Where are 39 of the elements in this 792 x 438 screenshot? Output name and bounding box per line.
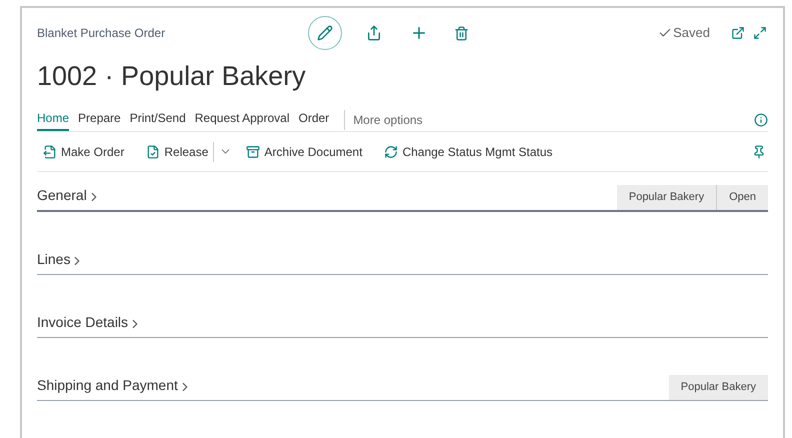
expand-icon: [753, 26, 767, 40]
section-header[interactable]: Invoice Details: [37, 300, 768, 338]
section-title: Invoice Details: [37, 313, 128, 332]
section-header[interactable]: Shipping and Payment Popular Bakery: [37, 363, 768, 401]
edit-button[interactable]: [308, 16, 342, 50]
page-title: 1002 · Popular Bakery: [37, 60, 307, 93]
section-title: General: [37, 186, 87, 205]
pencil-icon: [317, 25, 333, 41]
tab[interactable]: Home: [37, 108, 70, 130]
action-button[interactable]: Archive Document: [246, 142, 362, 160]
open-window-icon: [731, 26, 745, 40]
refresh-icon: [384, 144, 398, 158]
tab[interactable]: Print/Send: [130, 108, 186, 130]
section-header[interactable]: Lines: [37, 237, 768, 275]
page-caption: Blanket Purchase Order: [37, 25, 166, 42]
open-new-window-button[interactable]: [730, 25, 746, 41]
document-arrow-icon: [43, 144, 57, 158]
action-button[interactable]: Change Status Mgmt Status: [384, 142, 553, 160]
info-icon[interactable]: [754, 112, 768, 126]
share-icon: [366, 25, 382, 41]
section-header[interactable]: General Popular Bakery Open: [37, 174, 768, 212]
action-button[interactable]: Release: [146, 142, 208, 160]
tab[interactable]: Prepare: [78, 108, 121, 130]
more-options-button[interactable]: More options: [353, 110, 423, 128]
summary-tag: Open: [716, 185, 768, 210]
section-title: Shipping and Payment: [37, 376, 178, 395]
tab[interactable]: Request Approval: [194, 108, 290, 130]
pin-icon[interactable]: [752, 144, 766, 158]
save-status: Saved: [673, 24, 710, 42]
document-check-icon: [146, 144, 160, 158]
summary-tag: Popular Bakery: [616, 185, 716, 210]
summary-tag: Popular Bakery: [668, 375, 768, 400]
action-button[interactable]: Make Order: [43, 142, 124, 160]
expand-button[interactable]: [752, 25, 768, 41]
trash-icon: [454, 26, 469, 40]
tab[interactable]: Order: [298, 108, 330, 130]
section-title: Lines: [37, 250, 70, 269]
archive-box-icon: [246, 144, 260, 158]
plus-icon: [410, 24, 428, 42]
